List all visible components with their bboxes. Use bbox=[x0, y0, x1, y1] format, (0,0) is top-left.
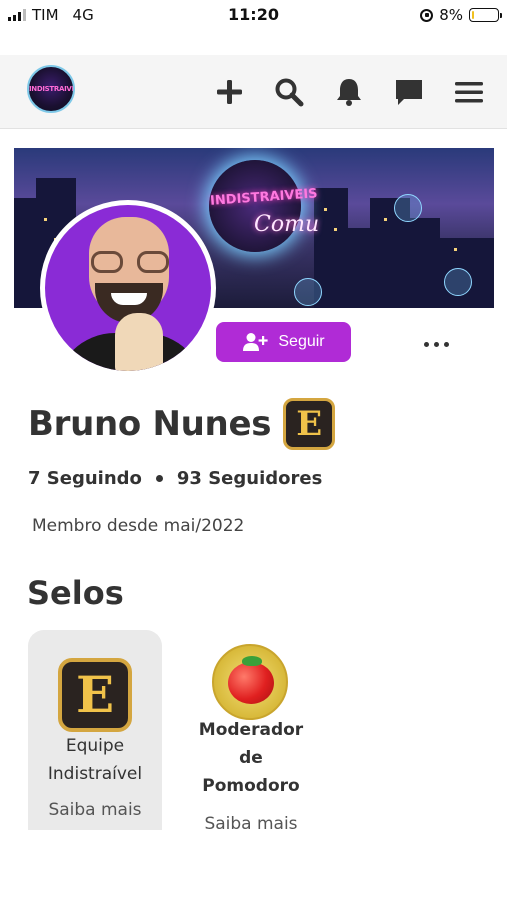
profile-name-row: Bruno Nunes E bbox=[28, 398, 336, 450]
profile-stats: 7 Seguindo 93 Seguidores bbox=[28, 468, 322, 489]
badge-name: Equipe Indistraível bbox=[28, 732, 162, 788]
badge-name-line: de bbox=[239, 748, 263, 768]
bell-icon[interactable] bbox=[333, 77, 365, 107]
search-icon[interactable] bbox=[273, 77, 305, 107]
add-user-icon bbox=[243, 333, 268, 351]
badge-name-line: Pomodoro bbox=[202, 776, 300, 796]
network-bubble-icon bbox=[394, 194, 422, 222]
badge-name: Moderador de Pomodoro bbox=[184, 716, 318, 800]
badge-card[interactable]: Moderador de Pomodoro Saiba mais bbox=[184, 630, 318, 834]
team-badge-icon: E bbox=[58, 658, 132, 732]
learn-more-link[interactable]: Saiba mais bbox=[184, 814, 318, 834]
more-options-icon[interactable] bbox=[418, 332, 454, 356]
follow-label: Seguir bbox=[278, 333, 325, 350]
logo-text: INDISTRAIVEIS bbox=[29, 85, 73, 93]
banner-subtitle: Comu bbox=[254, 212, 320, 237]
battery-percent: 8% bbox=[439, 6, 463, 24]
team-badge-icon: E bbox=[283, 398, 336, 450]
battery-icon bbox=[469, 8, 502, 22]
community-logo[interactable]: INDISTRAIVEIS bbox=[27, 65, 75, 113]
badge-card[interactable]: E Equipe Indistraível Saiba mais bbox=[28, 630, 162, 830]
orientation-lock-icon bbox=[420, 8, 434, 22]
status-bar: TIM 4G 11:20 8% bbox=[0, 0, 507, 32]
following-count[interactable]: 7 Seguindo bbox=[28, 468, 142, 489]
status-right: 8% bbox=[420, 6, 502, 24]
badge-name-line: Moderador bbox=[198, 720, 304, 740]
tomato-icon bbox=[212, 644, 288, 720]
chat-icon[interactable] bbox=[393, 77, 425, 107]
member-since: Membro desde mai/2022 bbox=[32, 516, 245, 536]
network-bubble-icon bbox=[444, 268, 472, 296]
badge-name-line: Equipe bbox=[65, 736, 125, 756]
nav-actions bbox=[213, 77, 485, 107]
badge-name-line: Indistraível bbox=[47, 764, 143, 784]
avatar[interactable] bbox=[40, 200, 216, 376]
menu-icon[interactable] bbox=[453, 77, 485, 107]
follow-button[interactable]: Seguir bbox=[216, 322, 351, 362]
separator-dot bbox=[155, 475, 163, 482]
plus-icon[interactable] bbox=[213, 77, 245, 107]
badge-letter: E bbox=[75, 665, 115, 724]
learn-more-link[interactable]: Saiba mais bbox=[28, 800, 162, 820]
profile-name: Bruno Nunes bbox=[28, 404, 272, 444]
top-navbar: INDISTRAIVEIS bbox=[0, 55, 507, 129]
badges-section-title: Selos bbox=[27, 574, 124, 612]
network-bubble-icon bbox=[294, 278, 322, 306]
badge-letter: E bbox=[296, 404, 323, 444]
followers-count[interactable]: 93 Seguidores bbox=[177, 468, 322, 489]
